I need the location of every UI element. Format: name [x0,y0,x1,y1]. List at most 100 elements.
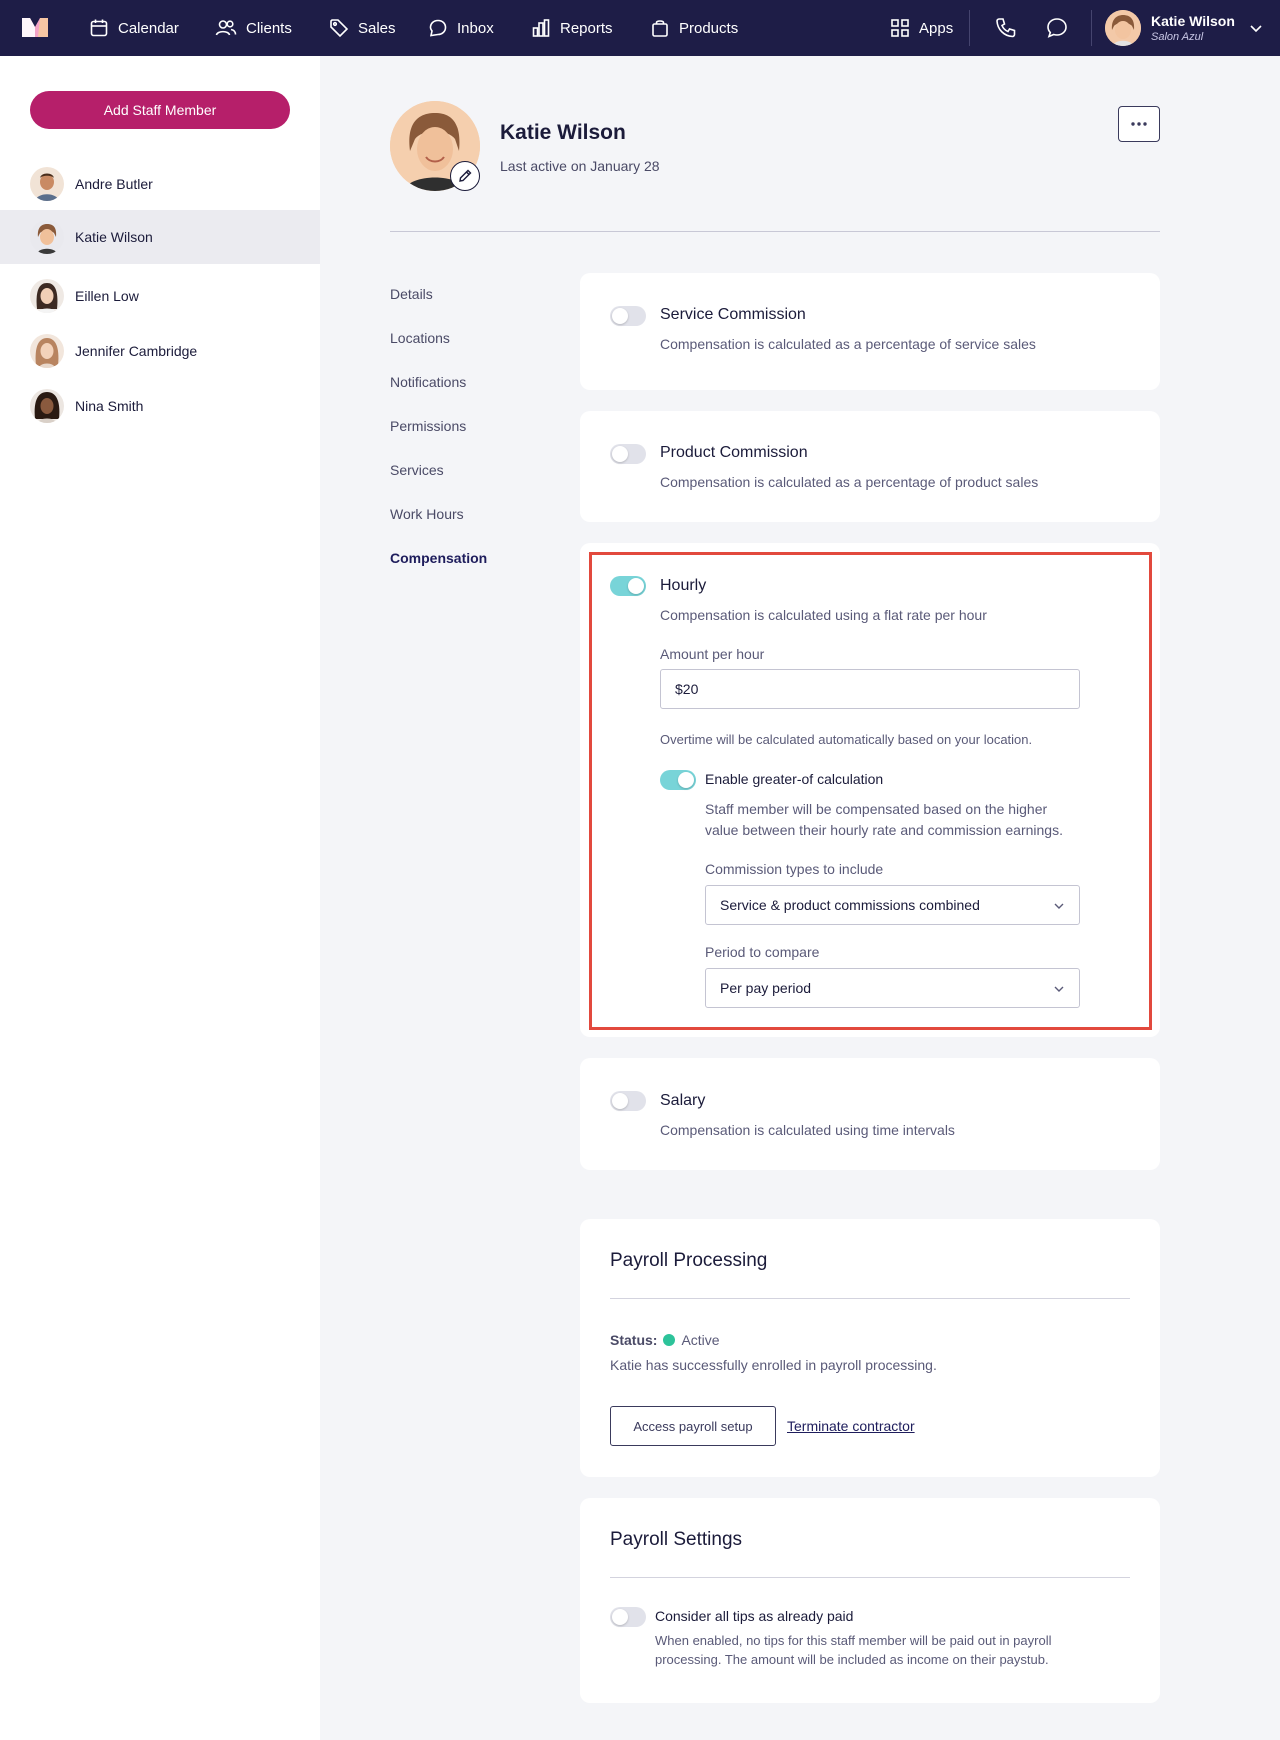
subnav-locations[interactable]: Locations [390,330,450,346]
staff-list-item[interactable]: Jennifer Cambridge [0,324,320,378]
commission-types-label: Commission types to include [705,861,884,877]
chevron-down-icon [1054,903,1064,909]
salary-toggle[interactable] [610,1091,646,1111]
payroll-processing-card: Payroll Processing Status: Active Katie … [580,1219,1160,1477]
staff-list-item[interactable]: Katie Wilson [0,210,320,264]
shopping-bag-icon [652,20,668,37]
user-menu[interactable]: Katie Wilson Salon Azul [1105,10,1263,46]
nav-label: Calendar [118,19,179,37]
tips-paid-toggle[interactable] [610,1607,646,1627]
subnav-permissions[interactable]: Permissions [390,418,466,434]
apps-grid-icon [891,19,909,37]
status-line: Status: Active [610,1332,720,1348]
subnav-compensation[interactable]: Compensation [390,550,487,566]
nav-label: Clients [246,19,292,37]
divider [610,1298,1130,1299]
hourly-card: Hourly Compensation is calculated using … [580,543,1160,1037]
more-options-button[interactable] [1118,106,1160,142]
calendar-icon [90,19,108,37]
nav-reports[interactable]: Reports [531,0,613,56]
greater-of-title: Enable greater-of calculation [705,771,884,787]
nav-inbox[interactable]: Inbox [428,0,494,56]
service-commission-card: Service Commission Compensation is calcu… [580,273,1160,390]
greater-of-description-line2: value between their hourly rate and comm… [705,822,1063,838]
avatar [1105,10,1141,46]
greater-of-description-line1: Staff member will be compensated based o… [705,801,1048,817]
commission-types-select[interactable]: Service & product commissions combined [705,885,1080,925]
nav-label: Apps [919,19,954,37]
nav-label: Inbox [457,19,494,37]
chevron-down-icon [1250,25,1262,33]
access-payroll-setup-button[interactable]: Access payroll setup [610,1406,776,1446]
tips-paid-title: Consider all tips as already paid [655,1608,854,1624]
staff-sidebar: Add Staff Member Andre Butler Katie Wils… [0,56,320,1740]
inbox-icon [429,19,447,37]
period-to-compare-select[interactable]: Per pay period [705,968,1080,1008]
status-label: Status: [610,1332,658,1348]
card-description: Compensation is calculated as a percenta… [660,336,1036,352]
staff-name: Andre Butler [75,176,153,192]
greater-of-toggle[interactable] [660,770,696,790]
ellipsis-icon [1131,122,1147,126]
subnav-services[interactable]: Services [390,462,444,478]
tips-paid-description-line1: When enabled, no tips for this staff mem… [655,1633,1052,1648]
section-title: Payroll Settings [610,1529,743,1550]
nav-divider [1091,10,1092,46]
edit-photo-button[interactable] [450,161,480,191]
clients-icon [215,20,237,36]
nav-label: Reports [560,19,613,37]
hourly-toggle[interactable] [610,576,646,596]
card-description: Compensation is calculated using time in… [660,1122,955,1138]
nav-calendar[interactable]: Calendar [89,0,179,56]
card-title: Product Commission [660,444,808,461]
avatar [30,279,64,313]
tips-paid-description-line2: processing. The amount will be included … [655,1652,1049,1667]
subnav-details[interactable]: Details [390,286,433,302]
payroll-enrolled-note: Katie has successfully enrolled in payro… [610,1357,937,1373]
staff-name: Jennifer Cambridge [75,343,198,359]
divider [390,231,1160,232]
phone-icon[interactable] [994,16,1018,40]
last-active-text: Last active on January 28 [500,158,660,174]
avatar [30,334,64,368]
status-dot [663,1334,676,1346]
pencil-icon [459,169,472,182]
period-to-compare-label: Period to compare [705,944,820,960]
nav-products[interactable]: Products [650,0,738,56]
terminate-contractor-link[interactable]: Terminate contractor [787,1418,915,1434]
divider [610,1577,1130,1578]
subnav-notifications[interactable]: Notifications [390,374,466,390]
add-staff-member-button[interactable]: Add Staff Member [30,91,290,129]
service-commission-toggle[interactable] [610,306,646,326]
app-logo[interactable] [20,15,50,39]
card-description: Compensation is calculated as a percenta… [660,474,1039,490]
amount-per-hour-label: Amount per hour [660,646,765,662]
salary-card: Salary Compensation is calculated using … [580,1058,1160,1170]
product-commission-toggle[interactable] [610,444,646,464]
nav-label: Sales [358,19,396,37]
nav-divider [969,10,970,46]
chevron-down-icon [1054,986,1064,992]
staff-name: Katie Wilson [75,229,153,245]
top-navigation-bar: Calendar Clients Sales Inbox Reports Pro… [0,0,1280,56]
card-title: Hourly [660,577,707,594]
nav-sales[interactable]: Sales [329,0,396,56]
nav-clients[interactable]: Clients [215,0,292,56]
staff-list-item[interactable]: Eillen Low [0,269,320,323]
select-value: Service & product commissions combined [720,897,980,913]
nav-apps[interactable]: Apps [890,0,953,56]
select-value: Per pay period [720,980,812,996]
user-name: Katie Wilson [1151,12,1235,29]
nav-label: Products [679,19,739,37]
amount-per-hour-input[interactable]: $20 [660,669,1080,709]
card-title: Salary [660,1092,706,1109]
profile-name: Katie Wilson [500,121,626,144]
payroll-settings-card: Payroll Settings Consider all tips as al… [580,1498,1160,1703]
staff-list-item[interactable]: Andre Butler [0,157,320,211]
staff-name: Nina Smith [75,398,144,414]
product-commission-card: Product Commission Compensation is calcu… [580,411,1160,522]
staff-list-item[interactable]: Nina Smith [0,379,320,433]
avatar [30,220,64,254]
chat-icon[interactable] [1045,16,1069,40]
subnav-work-hours[interactable]: Work Hours [390,506,464,522]
